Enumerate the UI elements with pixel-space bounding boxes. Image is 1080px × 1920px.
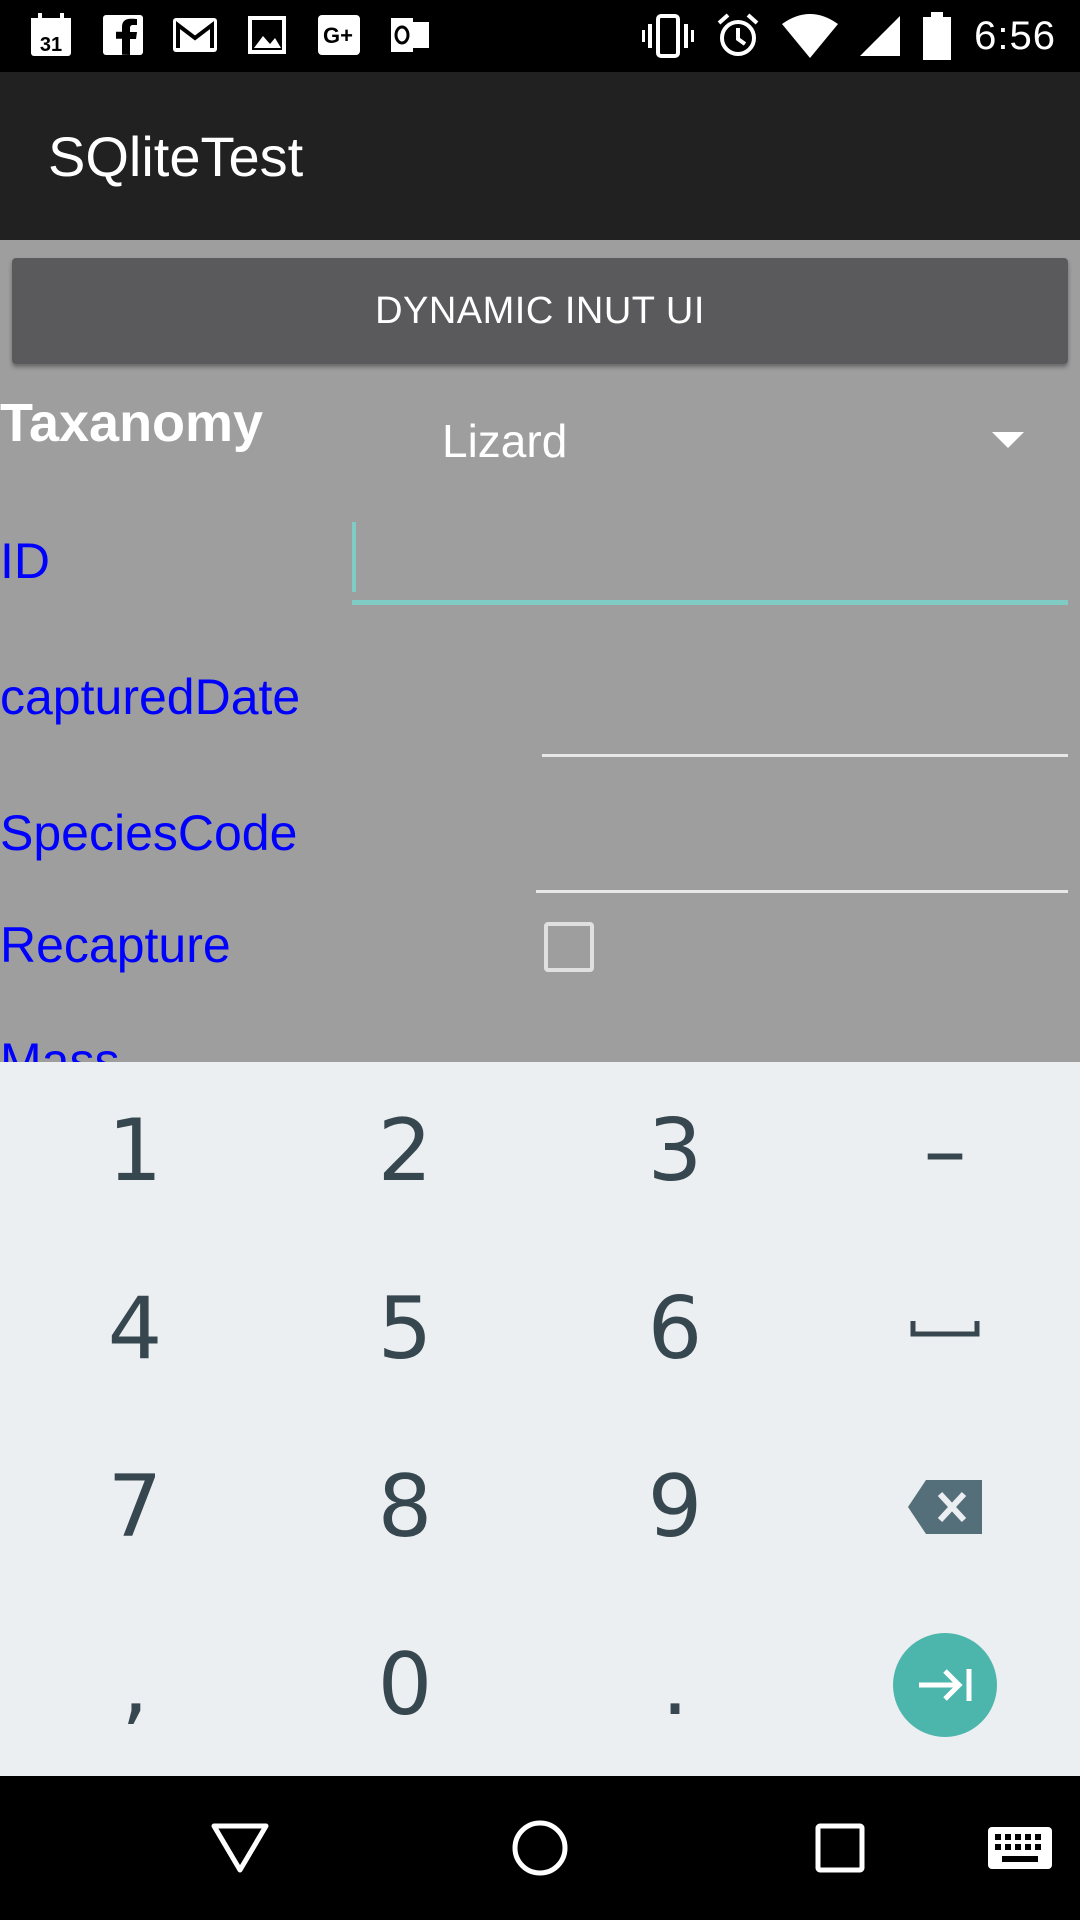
captured-date-label: capturedDate <box>0 669 301 725</box>
taxonomy-spinner[interactable]: Lizard <box>420 390 1060 490</box>
backspace-icon <box>908 1480 982 1534</box>
home-circle-icon <box>512 1820 568 1876</box>
species-code-label: SpeciesCode <box>0 805 298 861</box>
app-title: SQliteTest <box>48 125 304 188</box>
text-cursor <box>352 522 356 592</box>
numeric-keyboard: 1 2 3 – 4 5 6 7 8 9 , 0 . <box>0 1062 1080 1776</box>
captured-date-input[interactable] <box>542 660 1068 780</box>
key-5[interactable]: 5 <box>270 1240 540 1418</box>
key-period[interactable]: . <box>540 1596 810 1774</box>
system-icons: 6:56 <box>642 8 1056 64</box>
species-code-input[interactable] <box>536 796 1068 916</box>
key-comma[interactable]: , <box>0 1596 270 1774</box>
id-input-underline <box>352 600 1068 605</box>
recents-button[interactable] <box>790 1798 890 1898</box>
keyboard-icon <box>988 1827 1052 1869</box>
mass-label: Mass <box>0 1033 120 1062</box>
key-backspace[interactable] <box>810 1418 1080 1596</box>
recapture-label: Recapture <box>0 917 231 973</box>
species-code-underline <box>536 890 1068 893</box>
back-triangle-icon <box>211 1823 269 1873</box>
facebook-icon <box>100 12 146 58</box>
gmail-icon <box>172 12 218 58</box>
key-2[interactable]: 2 <box>270 1062 540 1240</box>
id-input[interactable] <box>352 510 1068 650</box>
notification-icons: 31 G+ <box>28 12 434 58</box>
taxonomy-label: Taxanomy <box>0 393 264 453</box>
taxonomy-selected-value: Lizard <box>442 415 568 467</box>
calendar-day: 31 <box>40 34 62 56</box>
tab-arrow-icon <box>919 1669 972 1701</box>
home-button[interactable] <box>490 1798 590 1898</box>
key-9[interactable]: 9 <box>540 1418 810 1596</box>
next-field-button[interactable] <box>893 1633 997 1737</box>
battery-icon <box>923 12 952 60</box>
key-7[interactable]: 7 <box>0 1418 270 1596</box>
vibrate-icon <box>642 14 695 58</box>
action-bar: SQliteTest <box>0 72 1080 240</box>
status-time: 6:56 <box>974 13 1056 58</box>
key-1[interactable]: 1 <box>0 1062 270 1240</box>
google-plus-icon: G+ <box>316 12 362 58</box>
key-minus[interactable]: – <box>810 1062 1080 1240</box>
key-6[interactable]: 6 <box>540 1240 810 1418</box>
recapture-checkbox[interactable] <box>544 922 594 972</box>
chevron-down-icon <box>992 432 1024 448</box>
signal-icon <box>860 16 901 56</box>
back-button[interactable] <box>190 1798 290 1898</box>
outlook-icon <box>388 12 434 58</box>
keyboard-switch-button[interactable] <box>970 1798 1070 1898</box>
key-3[interactable]: 3 <box>540 1062 810 1240</box>
status-bar: 31 G+ 6:56 <box>0 0 1080 72</box>
svg-text:G+: G+ <box>323 23 353 48</box>
key-4[interactable]: 4 <box>0 1240 270 1418</box>
captured-date-underline <box>542 754 1068 757</box>
key-space[interactable] <box>810 1240 1080 1418</box>
key-0[interactable]: 0 <box>270 1596 540 1774</box>
space-bar-icon <box>910 1321 980 1337</box>
navigation-bar <box>0 1776 1080 1920</box>
gallery-icon <box>244 12 290 58</box>
dynamic-input-ui-button[interactable]: DYNAMIC INUT UI <box>12 258 1068 364</box>
form-content: DYNAMIC INUT UI Taxanomy Lizard ID captu… <box>0 240 1080 1062</box>
alarm-icon <box>717 13 759 56</box>
recents-square-icon <box>815 1823 865 1873</box>
key-next[interactable] <box>810 1596 1080 1774</box>
calendar-icon: 31 <box>28 12 74 58</box>
wifi-icon <box>782 14 839 58</box>
key-8[interactable]: 8 <box>270 1418 540 1596</box>
id-label: ID <box>0 533 50 589</box>
